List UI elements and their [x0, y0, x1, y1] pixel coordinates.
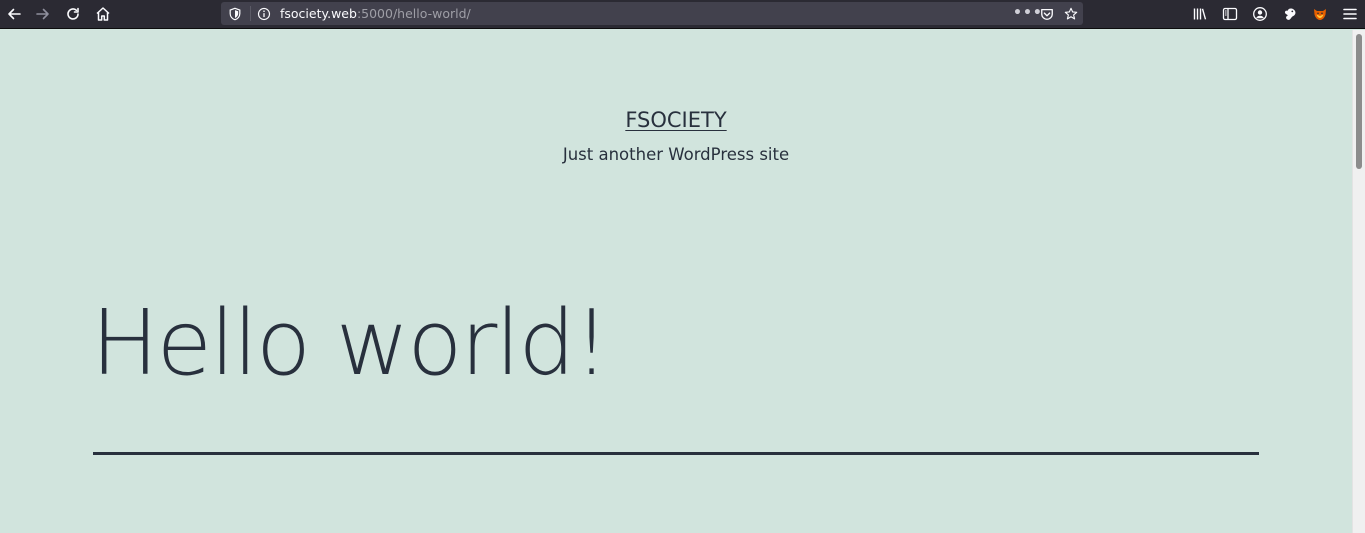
reload-icon	[67, 7, 79, 20]
home-icon	[96, 7, 110, 21]
library-button[interactable]	[1189, 3, 1211, 25]
url-separator	[250, 6, 251, 21]
library-icon	[1193, 8, 1207, 20]
page-content: FSOCIETY Just another WordPress site Hel…	[0, 30, 1352, 533]
star-icon	[1064, 7, 1077, 19]
shield-icon	[229, 7, 240, 20]
site-tagline: Just another WordPress site	[562, 145, 790, 164]
title-divider	[93, 452, 1259, 455]
arrow-left-icon	[8, 8, 21, 20]
reload-button[interactable]	[62, 3, 84, 25]
site-info-button[interactable]	[255, 5, 272, 22]
url-host: fsociety.web	[280, 6, 357, 21]
account-button[interactable]	[1249, 3, 1271, 25]
site-title: FSOCIETY	[0, 108, 1352, 132]
sidebar-button[interactable]	[1219, 3, 1241, 25]
vertical-scrollbar[interactable]	[1352, 30, 1365, 533]
extension-button-1[interactable]	[1279, 3, 1301, 25]
post-title: Hello world!	[91, 291, 610, 396]
tracking-protection-button[interactable]	[226, 5, 243, 22]
paw-icon	[1284, 8, 1296, 20]
hamburger-menu-icon	[1343, 8, 1357, 20]
url-bar[interactable]: fsociety.web:5000/hello-world/ •••	[221, 2, 1083, 25]
arrow-right-icon	[36, 8, 49, 20]
fox-icon	[1314, 9, 1326, 20]
pocket-icon	[1040, 8, 1053, 20]
extension-button-2[interactable]	[1309, 3, 1331, 25]
sidebar-icon	[1222, 7, 1238, 21]
bookmark-button[interactable]	[1062, 5, 1079, 22]
site-title-link[interactable]: FSOCIETY	[625, 108, 726, 132]
home-button[interactable]	[92, 3, 114, 25]
account-icon	[1253, 7, 1267, 21]
app-menu-button[interactable]	[1339, 3, 1361, 25]
scrollbar-thumb[interactable]	[1356, 34, 1362, 169]
forward-button[interactable]	[32, 3, 54, 25]
back-button[interactable]	[3, 3, 25, 25]
page-actions-button[interactable]: •••	[1013, 4, 1042, 22]
browser-toolbar: fsociety.web:5000/hello-world/ •••	[0, 0, 1365, 29]
url-path: :5000/hello-world/	[356, 6, 471, 21]
url-text[interactable]: fsociety.web:5000/hello-world/	[280, 5, 471, 22]
pocket-button[interactable]	[1038, 5, 1055, 22]
info-icon	[257, 7, 270, 20]
